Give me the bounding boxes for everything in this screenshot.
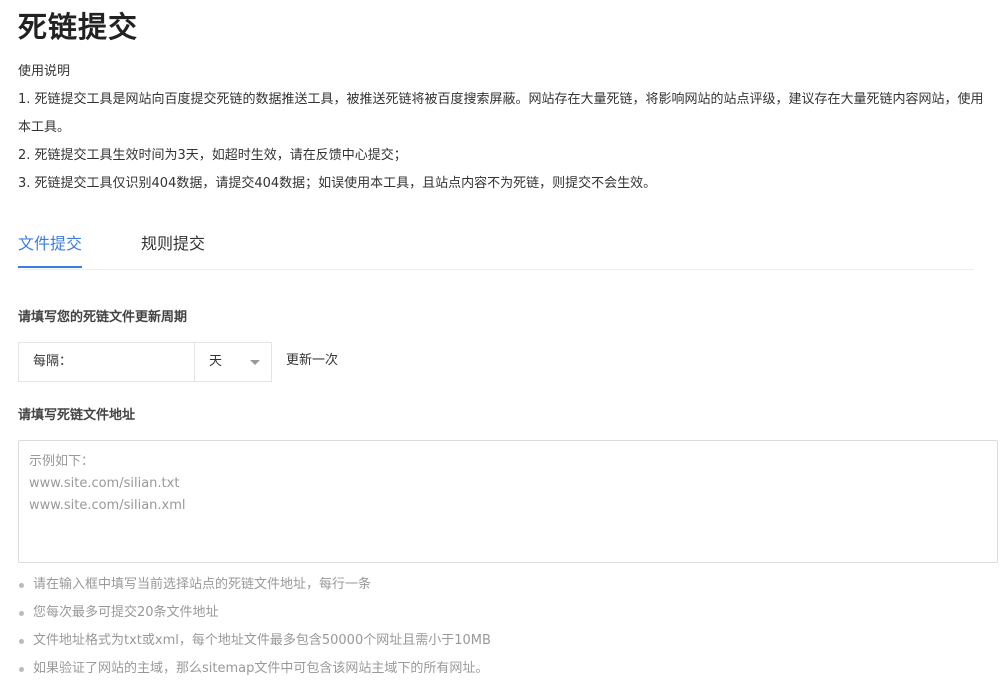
tab-file-submit[interactable]: 文件提交 [18,224,82,268]
instruction-item: 2. 死链提交工具生效时间为3天，如超时生效，请在反馈中心提交； [18,148,407,163]
period-section-label: 请填写您的死链文件更新周期 [18,310,188,325]
tip-item: 请在输入框中填写当前选择站点的死链文件地址，每行一条 [18,571,978,599]
period-unit-select[interactable]: 天 [194,343,272,381]
instruction-item: 1. 死链提交工具是网站向百度提交死链的数据推送工具，被推送死链将被百度搜索屏蔽… [18,92,984,135]
dead-link-address-textarea[interactable] [18,440,998,563]
page-title: 死链提交 [18,10,139,44]
tab-rule-submit[interactable]: 规则提交 [141,224,205,268]
period-unit-value: 天 [209,354,223,369]
instructions: 使用说明 1. 死链提交工具是网站向百度提交死链的数据推送工具，被推送死链将被百… [18,58,988,198]
tip-item: 文件地址格式为txt或xml，每个地址文件最多包含50000个网址且需小于10M… [18,627,978,655]
tips-list: 请在输入框中填写当前选择站点的死链文件地址，每行一条 您每次最多可提交20条文件… [18,571,978,683]
period-suffix-label: 更新一次 [286,353,339,368]
instruction-item: 3. 死链提交工具仅识别404数据，请提交404数据；如误使用本工具，且站点内容… [18,176,657,191]
instructions-heading: 使用说明 [18,64,71,79]
caret-down-icon [250,360,260,365]
tip-item: 您每次最多可提交20条文件地址 [18,599,978,627]
period-prefix-label: 每隔： [33,354,73,369]
period-number-input[interactable] [77,351,191,375]
update-period-group: 每隔： 天 [18,342,272,382]
submit-mode-tabs: 文件提交 规则提交 [18,224,974,270]
tip-item: 如果验证了网站的主域，那么sitemap文件中可包含该网站主域下的所有网址。 [18,655,978,683]
address-section-label: 请填写死链文件地址 [18,408,136,423]
